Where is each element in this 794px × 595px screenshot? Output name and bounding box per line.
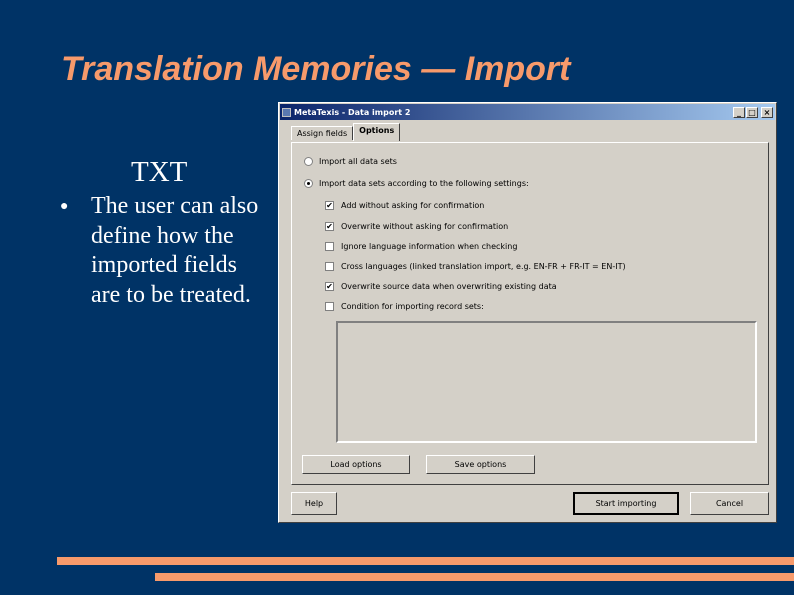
bullet-item: ● The user can also define how the impor… xyxy=(60,192,270,310)
checkbox-overwrite-without-asking[interactable]: ✔ Overwrite without asking for confirmat… xyxy=(325,222,508,231)
radio-label: Import data sets according to the follow… xyxy=(319,179,529,188)
checkbox-box[interactable] xyxy=(325,262,334,271)
radio-button-selected[interactable] xyxy=(304,179,313,188)
maximize-button[interactable]: □ xyxy=(746,106,758,118)
save-options-button[interactable]: Save options xyxy=(426,455,535,474)
decorative-bar-top xyxy=(57,557,794,565)
start-importing-button[interactable]: Start importing xyxy=(573,492,679,515)
checkmark-icon[interactable]: ✔ xyxy=(325,201,334,210)
checkbox-ignore-language[interactable]: Ignore language information when checkin… xyxy=(325,242,517,251)
checkbox-label: Cross languages (linked translation impo… xyxy=(341,262,626,271)
checkmark-icon[interactable]: ✔ xyxy=(325,282,334,291)
decorative-bar-bottom xyxy=(155,573,794,581)
load-options-button[interactable]: Load options xyxy=(302,455,410,474)
cancel-button[interactable]: Cancel xyxy=(690,492,769,515)
slide-title: Translation Memories — Import xyxy=(61,50,571,88)
bullet-text: The user can also define how the importe… xyxy=(91,193,259,308)
checkmark-icon[interactable]: ✔ xyxy=(325,222,334,231)
dialog-titlebar[interactable]: MetaTexis - Data import 2 _ □ × xyxy=(280,104,775,120)
help-button[interactable]: Help xyxy=(291,492,337,515)
bullet-marker: ● xyxy=(60,199,69,214)
minimize-button[interactable]: _ xyxy=(733,106,745,118)
close-button[interactable]: × xyxy=(761,106,773,118)
checkbox-label: Ignore language information when checkin… xyxy=(341,242,518,251)
checkbox-box[interactable] xyxy=(325,302,334,311)
checkbox-label: Overwrite source data when overwriting e… xyxy=(341,282,557,291)
data-import-dialog: MetaTexis - Data import 2 _ □ × Assign f… xyxy=(278,102,777,523)
slide-subheading: TXT xyxy=(131,156,188,188)
dialog-title: MetaTexis - Data import 2 xyxy=(294,107,411,117)
checkbox-label: Add without asking for confirmation xyxy=(341,201,485,210)
options-panel: Import all data sets Import data sets ac… xyxy=(291,142,769,485)
tab-bar: Assign fields Options xyxy=(291,123,401,141)
checkbox-condition[interactable]: Condition for importing record sets: xyxy=(325,302,484,311)
tab-options[interactable]: Options xyxy=(353,123,401,141)
checkbox-label: Condition for importing record sets: xyxy=(341,302,484,311)
checkbox-box[interactable] xyxy=(325,242,334,251)
tab-assign-fields[interactable]: Assign fields xyxy=(291,126,354,140)
checkbox-add-without-asking[interactable]: ✔ Add without asking for confirmation xyxy=(325,201,484,210)
radio-button[interactable] xyxy=(304,157,313,166)
checkbox-overwrite-source[interactable]: ✔ Overwrite source data when overwriting… xyxy=(325,282,557,291)
radio-import-settings[interactable]: Import data sets according to the follow… xyxy=(304,179,529,188)
radio-label: Import all data sets xyxy=(319,157,397,166)
condition-textarea[interactable] xyxy=(336,321,757,443)
checkbox-label: Overwrite without asking for confirmatio… xyxy=(341,222,509,231)
checkbox-cross-languages[interactable]: Cross languages (linked translation impo… xyxy=(325,262,626,271)
radio-import-all[interactable]: Import all data sets xyxy=(304,157,397,166)
app-icon xyxy=(282,107,291,117)
